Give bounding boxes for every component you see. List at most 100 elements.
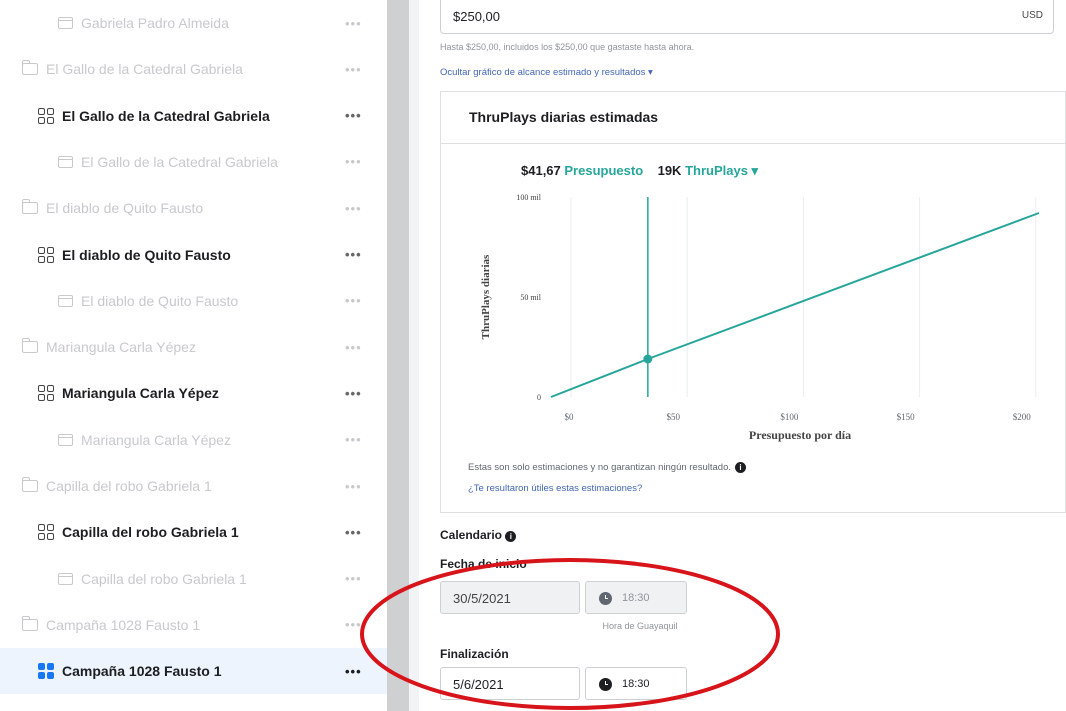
folder-icon: [22, 615, 38, 631]
calendar-heading: Calendario i: [440, 528, 517, 542]
more-options-button[interactable]: •••: [345, 509, 362, 555]
more-options-button[interactable]: •••: [345, 370, 362, 416]
more-options-button[interactable]: •••: [345, 185, 362, 231]
folder-icon: [22, 199, 38, 215]
budget-schedule-panel: $250,00 USD Hasta $250,00, incluidos los…: [420, 0, 1066, 711]
start-time-value: 18:30: [622, 592, 650, 604]
estimate-card-title: ThruPlays diarias estimadas: [469, 109, 659, 125]
more-options-button[interactable]: •••: [345, 93, 362, 139]
sidebar-item-folder[interactable]: El Gallo de la Catedral Gabriela •••: [0, 46, 387, 92]
budget-series-label: Presupuesto: [564, 163, 644, 178]
disclaimer: Estas son solo estimaciones y no garanti…: [468, 462, 746, 473]
sidebar-item-label: Capilla del robo Gabriela 1: [81, 570, 247, 587]
x-tick-label: $100: [780, 412, 799, 422]
sidebar-item-label: El diablo de Quito Fausto: [62, 246, 231, 263]
sidebar-item-adset[interactable]: El diablo de Quito Fausto •••: [0, 232, 387, 278]
estimate-card: ThruPlays diarias estimadas $41,67 Presu…: [440, 91, 1066, 513]
sidebar-item-ad[interactable]: Capilla del robo Gabriela 1 •••: [0, 556, 387, 602]
feedback-link[interactable]: ¿Te resultaron útiles estas estimaciones…: [468, 483, 642, 494]
result-amount: 19K: [657, 163, 682, 178]
sidebar-item-ad[interactable]: El diablo de Quito Fausto •••: [0, 278, 387, 324]
sidebar-item-folder[interactable]: Campaña 1028 Fausto 1 •••: [0, 602, 387, 648]
ad-icon: [58, 572, 73, 585]
budget-value: $250,00: [453, 9, 500, 24]
clock-icon: [599, 678, 612, 691]
more-options-button[interactable]: •••: [345, 556, 362, 602]
series-line: [550, 212, 1040, 398]
sidebar-item-label: El diablo de Quito Fausto: [81, 292, 239, 309]
x-tick-label: $200: [1013, 412, 1032, 422]
sidebar-item-label: Mariangula Carla Yépez: [81, 431, 231, 448]
sidebar-item-ad[interactable]: Mariangula Carla Yépez •••: [0, 417, 387, 463]
end-time-field[interactable]: 18:30: [585, 667, 687, 700]
currency-label: USD: [1021, 10, 1043, 21]
sidebar-item-label: Campaña 1028 Fausto 1: [46, 616, 201, 633]
folder-icon: [22, 60, 38, 76]
sidebar-item-label: Capilla del robo Gabriela 1: [62, 524, 239, 541]
end-date-field[interactable]: 5/6/2021: [440, 667, 580, 700]
sidebar-item-ad[interactable]: Gabriela Padro Almeida •••: [0, 0, 387, 46]
clock-icon: [599, 592, 612, 605]
more-options-button[interactable]: •••: [345, 648, 362, 694]
x-tick-label: $150: [897, 412, 916, 422]
panel-divider: [409, 0, 419, 711]
more-options-button[interactable]: •••: [345, 602, 362, 648]
more-options-button[interactable]: •••: [345, 463, 362, 509]
timezone-note: Hora de Guayaquil: [602, 621, 678, 631]
x-tick-label: $50: [666, 412, 680, 422]
estimate-chart: $0 $50 $100 $150 $200 0 50 mil 100 mil Presupues…: [480, 193, 1040, 442]
ad-icon: [58, 17, 73, 29]
more-options-button[interactable]: •••: [345, 324, 362, 370]
sidebar-item-campaign[interactable]: Campaña 1028 Fausto 1 •••: [0, 648, 387, 695]
start-time-field[interactable]: 18:30: [585, 581, 687, 614]
sidebar-item-folder[interactable]: Mariangula Carla Yépez •••: [0, 324, 387, 370]
folder-icon: [22, 338, 38, 354]
scrollbar[interactable]: [387, 0, 409, 711]
sidebar-item-label: El Gallo de la Catedral Gabriela: [81, 153, 278, 170]
more-options-button[interactable]: •••: [345, 46, 362, 92]
campaign-icon: [38, 663, 54, 680]
sidebar-item-adset[interactable]: Capilla del robo Gabriela 1 •••: [0, 509, 387, 555]
end-date-label: Finalización: [440, 647, 509, 661]
ad-set-icon: [38, 107, 54, 124]
more-options-button[interactable]: •••: [345, 139, 362, 185]
start-date-label: Fecha de inicio: [440, 557, 527, 571]
sidebar-item-folder[interactable]: El diablo de Quito Fausto •••: [0, 185, 387, 231]
ad-set-icon: [38, 385, 54, 402]
estimate-card-header: ThruPlays diarias estimadas: [441, 92, 1065, 144]
x-axis-label: Presupuesto por día: [749, 428, 851, 442]
more-options-button[interactable]: •••: [345, 232, 362, 278]
sidebar-item-label: Mariangula Carla Yépez: [62, 385, 219, 402]
sidebar-item-label: El Gallo de la Catedral Gabriela: [46, 61, 243, 78]
start-date-field[interactable]: 30/5/2021: [440, 581, 580, 614]
estimate-summary: $41,67 Presupuesto 19K ThruPlays ▾: [521, 163, 758, 179]
folder-icon: [22, 477, 38, 492]
y-tick-label: 0: [537, 393, 541, 402]
sidebar-item-folder[interactable]: Capilla del robo Gabriela 1 •••: [0, 463, 387, 509]
ad-set-icon: [38, 246, 54, 263]
ad-set-icon: [38, 524, 54, 541]
info-icon[interactable]: i: [505, 531, 517, 542]
end-time-value: 18:30: [622, 678, 650, 690]
disclaimer-text: Estas son solo estimaciones y no garanti…: [468, 462, 731, 473]
sidebar-item-label: El Gallo de la Catedral Gabriela: [62, 107, 270, 124]
sidebar-item-adset[interactable]: Mariangula Carla Yépez •••: [0, 370, 387, 416]
result-type-dropdown[interactable]: ThruPlays ▾: [685, 163, 758, 178]
estimate-point: [643, 354, 653, 364]
sidebar-item-label: El diablo de Quito Fausto: [46, 200, 204, 217]
budget-note: Hasta $250,00, incluidos los $250,00 que…: [440, 42, 695, 52]
sidebar-item-adset[interactable]: El Gallo de la Catedral Gabriela •••: [0, 93, 387, 139]
budget-input[interactable]: $250,00 USD: [440, 0, 1054, 34]
toggle-estimate-chart-link[interactable]: Ocultar gráfico de alcance estimado y re…: [440, 67, 653, 78]
calendar-heading-text: Calendario: [440, 528, 503, 542]
sidebar: Gabriela Padro Almeida ••• El Gallo de la …: [0, 0, 387, 711]
info-icon[interactable]: i: [735, 462, 746, 473]
more-options-button[interactable]: •••: [345, 0, 362, 46]
more-options-button[interactable]: •••: [345, 417, 362, 463]
ad-icon: [58, 294, 73, 307]
budget-amount: $41,67: [521, 163, 561, 178]
more-options-button[interactable]: •••: [345, 278, 362, 324]
sidebar-item-label: Gabriela Padro Almeida: [81, 15, 229, 31]
sidebar-item-ad[interactable]: El Gallo de la Catedral Gabriela •••: [0, 139, 387, 185]
sidebar-item-label: Mariangula Carla Yépez: [46, 339, 196, 356]
